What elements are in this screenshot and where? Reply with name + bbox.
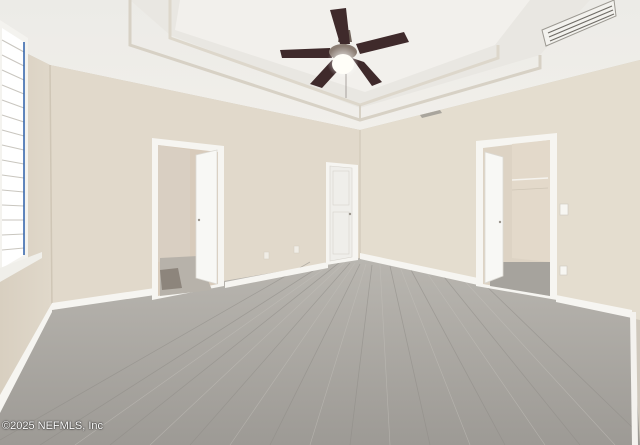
bathroom-door (195, 149, 218, 285)
room-scene (0, 0, 640, 445)
copyright-watermark: ©2025 NEFMLS, Inc (2, 420, 104, 432)
outlet (559, 265, 568, 276)
empty-bedroom-photo: ©2025 NEFMLS, Inc (0, 0, 640, 445)
light-switch (559, 203, 569, 216)
bathroom-doorway (152, 138, 224, 300)
outlet-back-wall-2 (293, 245, 300, 254)
walk-in-closet-doorway (476, 133, 557, 300)
closet-door-open (484, 151, 504, 284)
outlet-back-wall (263, 251, 270, 260)
closet-door (326, 162, 358, 265)
